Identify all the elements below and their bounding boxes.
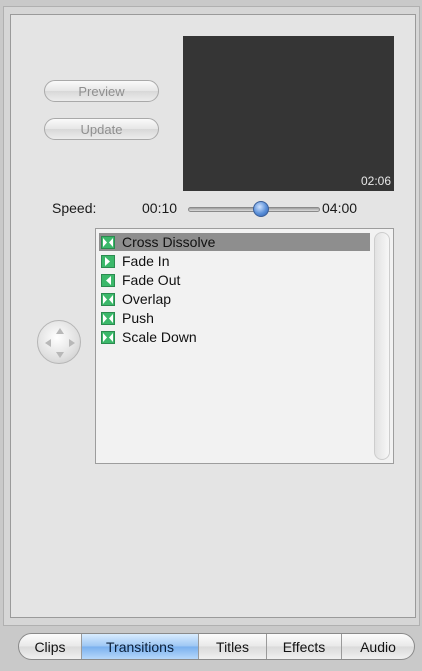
tab-label: Effects bbox=[282, 638, 326, 655]
list-item[interactable]: Fade In bbox=[99, 252, 370, 270]
list-scrollbar[interactable] bbox=[374, 232, 390, 460]
list-item-label: Scale Down bbox=[122, 329, 197, 345]
tab-clips[interactable]: Clips bbox=[19, 634, 81, 659]
update-button-label: Update bbox=[80, 121, 123, 137]
list-item-label: Push bbox=[122, 310, 154, 326]
speed-label: Speed: bbox=[52, 200, 97, 216]
both-arrows-icon bbox=[101, 311, 115, 325]
tab-label: Transitions bbox=[106, 638, 174, 655]
direction-arrows-icon bbox=[45, 328, 75, 358]
tab-transitions[interactable]: Transitions bbox=[81, 634, 198, 659]
preview-timecode: 02:06 bbox=[360, 174, 391, 188]
speed-min-time: 00:10 bbox=[142, 200, 178, 216]
tab-label: Titles bbox=[216, 638, 249, 655]
tab-effects[interactable]: Effects bbox=[266, 634, 341, 659]
list-item-label: Fade In bbox=[122, 253, 170, 269]
transitions-list[interactable]: Cross Dissolve Fade In Fade Out Overlap … bbox=[95, 228, 394, 464]
tab-titles[interactable]: Titles bbox=[198, 634, 266, 659]
list-item-label: Overlap bbox=[122, 291, 172, 307]
tab-label: Audio bbox=[360, 638, 396, 655]
list-item[interactable]: Fade Out bbox=[99, 271, 370, 289]
preview-monitor: 02:06 bbox=[183, 36, 394, 191]
right-arrow-icon bbox=[101, 254, 115, 268]
update-button[interactable]: Update bbox=[44, 118, 159, 140]
speed-max-time: 04:00 bbox=[322, 200, 358, 216]
preview-button[interactable]: Preview bbox=[44, 80, 159, 102]
preview-button-label: Preview bbox=[78, 83, 125, 99]
both-arrows-icon bbox=[101, 235, 115, 249]
list-item-label: Cross Dissolve bbox=[122, 234, 216, 250]
list-item[interactable]: Push bbox=[99, 309, 370, 327]
direction-pad[interactable] bbox=[37, 320, 81, 364]
list-item[interactable]: Overlap bbox=[99, 290, 370, 308]
list-item[interactable]: Cross Dissolve bbox=[99, 233, 370, 251]
tab-audio[interactable]: Audio bbox=[341, 634, 414, 659]
both-arrows-icon bbox=[101, 330, 115, 344]
tab-label: Clips bbox=[34, 638, 66, 655]
speed-slider-thumb[interactable] bbox=[252, 201, 269, 217]
left-arrow-icon bbox=[101, 273, 115, 287]
list-item-label: Fade Out bbox=[122, 272, 181, 288]
tab-bar: Clips Transitions Titles Effects Audio bbox=[18, 633, 415, 660]
both-arrows-icon bbox=[101, 292, 115, 306]
list-item[interactable]: Scale Down bbox=[99, 328, 370, 346]
